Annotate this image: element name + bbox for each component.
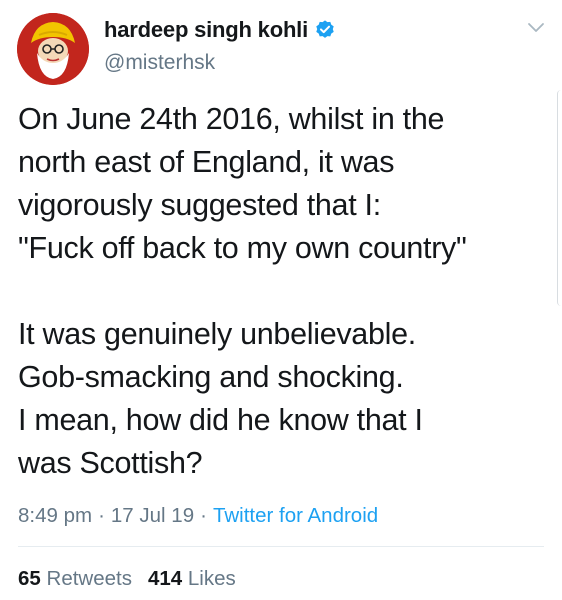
scrollbar[interactable] (557, 90, 562, 306)
tweet-time[interactable]: 8:49 pm (18, 504, 92, 527)
tweet-text-line: I mean, how did he know that I (18, 403, 423, 437)
divider (18, 546, 544, 547)
tweet-text-line: Gob-smacking and shocking. (18, 360, 404, 394)
likes-count: 414 (147, 567, 183, 590)
likes-label: Likes (187, 567, 236, 590)
avatar[interactable] (17, 13, 89, 85)
author-display-name[interactable]: hardeep singh kohli (104, 17, 308, 43)
verified-badge-icon (314, 19, 336, 41)
tweet-text-line: was Scottish? (18, 446, 203, 480)
tweet-text-line: vigorously suggested that I: (18, 188, 381, 222)
tweet-text-line: It was genuinely unbelievable. (18, 317, 416, 351)
tweet-text-line: north east of England, it was (18, 145, 395, 179)
likes-stat[interactable]: 414 Likes (148, 567, 236, 590)
author-name-row[interactable]: hardeep singh kohli (104, 17, 336, 43)
chevron-down-icon[interactable] (527, 22, 545, 34)
tweet-meta: 8:49 pm · 17 Jul 19 · Twitter for Android (18, 504, 378, 528)
retweets-stat[interactable]: 65 Retweets (18, 567, 132, 590)
tweet-card: hardeep singh kohli @misterhsk On June 2… (0, 0, 562, 600)
tweet-text: On June 24th 2016, whilst in the north e… (18, 98, 554, 485)
meta-separator: · (200, 504, 207, 527)
tweet-text-line: "Fuck off back to my own country" (18, 231, 467, 265)
tweet-date[interactable]: 17 Jul 19 (111, 504, 194, 527)
avatar-illustration-icon (17, 13, 89, 85)
retweets-count: 65 (18, 567, 41, 590)
meta-separator: · (98, 504, 105, 527)
author-handle[interactable]: @misterhsk (104, 51, 215, 75)
tweet-text-line: On June 24th 2016, whilst in the (18, 102, 445, 136)
retweets-label: Retweets (46, 567, 132, 590)
tweet-source-link[interactable]: Twitter for Android (213, 504, 378, 527)
tweet-stats: 65 Retweets 414 Likes (18, 567, 252, 591)
